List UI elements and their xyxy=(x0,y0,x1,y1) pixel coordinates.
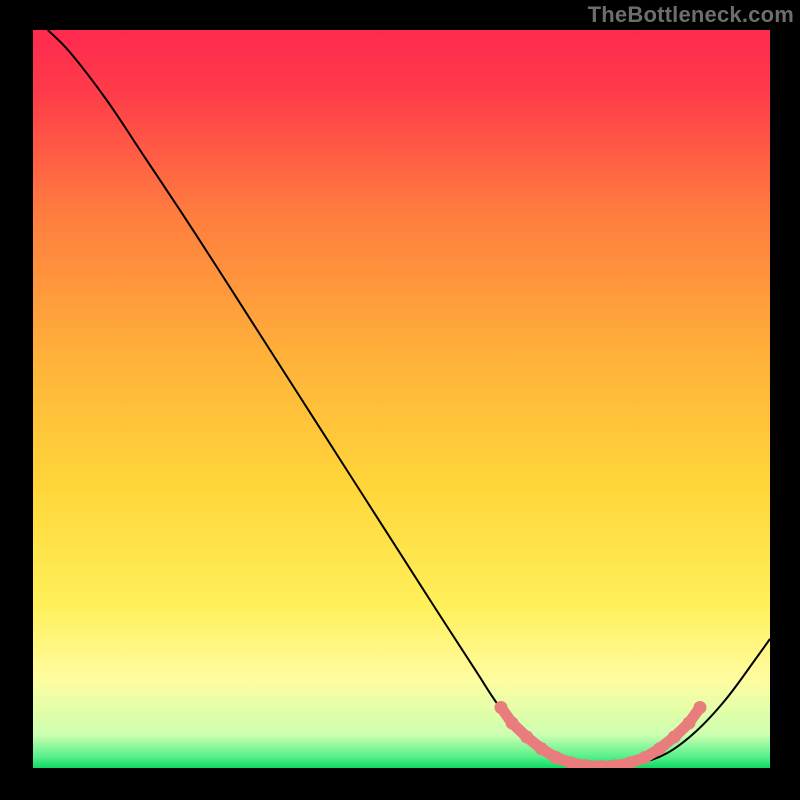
optimal-zone-marker xyxy=(506,716,519,729)
optimal-zone-marker xyxy=(535,742,548,755)
optimal-zone-marker xyxy=(520,731,533,744)
chart-stage: TheBottleneck.com xyxy=(0,0,800,800)
optimal-zone-marker xyxy=(682,716,695,729)
optimal-zone-marker xyxy=(638,751,651,764)
optimal-zone-marker xyxy=(550,751,563,764)
bottleneck-chart xyxy=(33,30,770,768)
optimal-zone-marker xyxy=(495,701,508,714)
optimal-zone-marker xyxy=(653,742,666,755)
optimal-zone-marker xyxy=(693,701,706,714)
optimal-zone-marker xyxy=(668,731,681,744)
gradient-background xyxy=(33,30,770,768)
watermark-text: TheBottleneck.com xyxy=(588,2,794,28)
